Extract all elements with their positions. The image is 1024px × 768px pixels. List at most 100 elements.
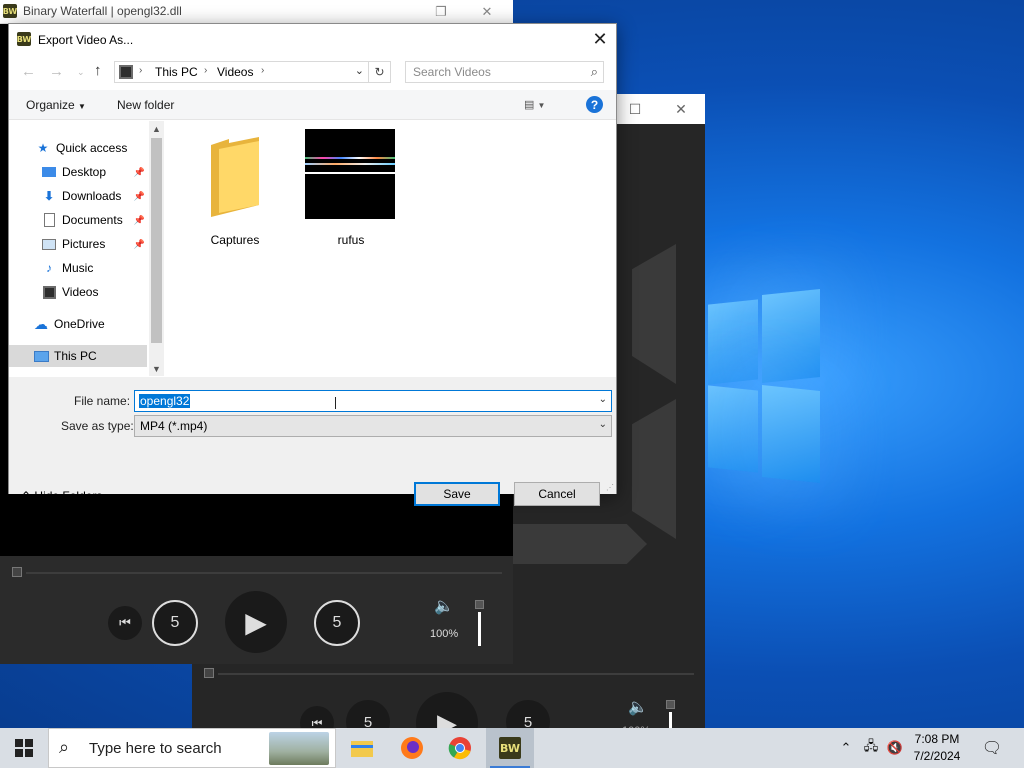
rewind-to-start-icon[interactable]: ⏮: [108, 606, 142, 640]
organize-menu-button[interactable]: Organize ▼: [26, 98, 86, 112]
volume-icon[interactable]: 🔈: [628, 697, 648, 717]
windows-start-icon: [15, 739, 33, 757]
start-button[interactable]: [0, 728, 48, 768]
nav-pane-scrollbar[interactable]: ▲ ▼: [149, 121, 164, 376]
nav-item-videos[interactable]: Videos: [9, 281, 147, 303]
binary-waterfall-app-icon: BW: [3, 4, 17, 18]
volume-slider-knob[interactable]: [666, 700, 675, 709]
file-name-value[interactable]: opengl32: [139, 394, 191, 408]
export-video-dialog[interactable]: BW Export Video As... ✕ ← → ⌄ ↑ › This P…: [8, 23, 617, 506]
save-options-panel: File name: opengl32 ⌄ Save as type: MP4 …: [9, 377, 616, 506]
breadcrumb-videos[interactable]: Videos: [217, 65, 253, 79]
scrollbar-thumb[interactable]: [151, 138, 162, 343]
close-icon[interactable]: ✕: [658, 94, 704, 124]
up-arrow-icon[interactable]: ↑: [94, 62, 102, 79]
nav-item-this-pc[interactable]: This PC: [9, 345, 147, 367]
chevron-down-icon[interactable]: ⌄: [599, 419, 607, 430]
breadcrumb-this-pc[interactable]: This PC: [155, 65, 198, 79]
forward-arrow-icon[interactable]: →: [49, 63, 64, 80]
video-thumbnail: [305, 129, 395, 219]
nav-item-label: Videos: [62, 285, 99, 299]
refresh-icon[interactable]: ↻: [368, 62, 390, 82]
document-icon: [41, 212, 57, 228]
navigation-pane: ★ Quick access Desktop 📌 ⬇ Downloads 📌 D…: [9, 121, 149, 376]
seek-bar[interactable]: [204, 668, 694, 680]
nav-item-desktop[interactable]: Desktop 📌: [9, 161, 147, 183]
maximize-icon[interactable]: ☐: [612, 94, 658, 124]
breadcrumb-separator-icon[interactable]: ›: [139, 65, 142, 76]
forward-5-icon[interactable]: 5: [314, 600, 360, 646]
dialog-toolbar: Organize ▼ New folder ▤ ▼ ?: [9, 90, 616, 120]
close-icon[interactable]: ✕: [584, 24, 616, 54]
change-view-icon[interactable]: ▤ ▼: [524, 98, 545, 111]
replay-5-icon[interactable]: 5: [152, 600, 198, 646]
address-dropdown-chevron-icon[interactable]: ⌄: [355, 64, 364, 77]
nav-item-quick-access[interactable]: ★ Quick access: [9, 137, 147, 159]
nav-item-documents[interactable]: Documents 📌: [9, 209, 147, 231]
pin-icon[interactable]: 📌: [134, 239, 145, 250]
volume-slider[interactable]: [478, 612, 481, 646]
search-highlight-illustration-icon: [269, 732, 329, 765]
volume-icon[interactable]: 🔈: [434, 596, 454, 616]
close-icon[interactable]: ✕: [464, 0, 510, 24]
firefox-icon[interactable]: [388, 728, 436, 768]
back-arrow-icon[interactable]: ←: [21, 63, 36, 80]
nav-item-label: Pictures: [62, 237, 106, 251]
pin-icon[interactable]: 📌: [134, 215, 145, 226]
taskbar-clock[interactable]: 7:08 PM 7/2/2024: [906, 731, 968, 765]
search-icon: ⌕: [59, 737, 70, 757]
volume-muted-icon[interactable]: 🔇: [884, 728, 906, 768]
search-input[interactable]: [406, 62, 581, 82]
nav-item-pictures[interactable]: Pictures 📌: [9, 233, 147, 255]
player-window-title: Binary Waterfall | opengl32.dll: [23, 4, 182, 18]
breadcrumb-separator-icon[interactable]: ›: [261, 65, 264, 76]
save-type-select[interactable]: MP4 (*.mp4) ⌄: [134, 415, 612, 437]
seek-knob[interactable]: [12, 567, 22, 577]
hide-folders-toggle[interactable]: ⌃ Hide Folders: [21, 489, 102, 503]
chrome-icon[interactable]: [436, 728, 484, 768]
taskbar-search-input[interactable]: [89, 729, 289, 767]
replay-5-label: 5: [170, 614, 180, 631]
maximize-icon[interactable]: ❐: [418, 0, 464, 24]
dialog-titlebar[interactable]: BW Export Video As... ✕: [9, 24, 616, 54]
volume-percent: 100%: [430, 628, 459, 640]
save-button[interactable]: Save: [414, 482, 500, 506]
search-box[interactable]: ⌕: [405, 61, 604, 83]
binary-waterfall-app-icon: BW: [17, 32, 31, 46]
nav-item-downloads[interactable]: ⬇ Downloads 📌: [9, 185, 147, 207]
address-bar[interactable]: › This PC › Videos › ⌄ ↻: [114, 61, 391, 83]
play-icon[interactable]: ▶: [225, 591, 287, 653]
organize-label: Organize: [26, 98, 75, 112]
resize-grip-icon[interactable]: ⋰: [606, 483, 614, 492]
binary-waterfall-icon[interactable]: BW: [486, 728, 534, 768]
volume-slider-knob[interactable]: [475, 600, 484, 609]
new-folder-button[interactable]: New folder: [117, 98, 174, 112]
search-icon[interactable]: ⌕: [591, 64, 598, 80]
pin-icon[interactable]: 📌: [134, 191, 145, 202]
player-controls: ⏮ 5 ▶ 5 🔈 100%: [0, 556, 513, 664]
file-name-input[interactable]: opengl32 ⌄: [134, 390, 612, 412]
taskbar-search-box[interactable]: ⌕: [48, 728, 336, 768]
nav-item-label: Quick access: [56, 141, 128, 155]
scroll-down-icon[interactable]: ▼: [149, 361, 164, 376]
file-explorer-icon[interactable]: [338, 728, 386, 768]
help-icon[interactable]: ?: [586, 96, 603, 113]
scroll-up-icon[interactable]: ▲: [149, 121, 164, 136]
clock-time: 7:08 PM: [914, 732, 960, 746]
videos-folder-icon: [119, 65, 133, 79]
seek-track[interactable]: [26, 572, 502, 574]
cancel-button[interactable]: Cancel: [514, 482, 600, 506]
player-titlebar[interactable]: BW Binary Waterfall | opengl32.dll ❐ ✕: [0, 0, 513, 24]
nav-item-music[interactable]: ♪ Music: [9, 257, 147, 279]
breadcrumb-separator-icon[interactable]: ›: [204, 65, 207, 76]
file-item-label: rufus: [337, 233, 365, 247]
pin-icon[interactable]: 📌: [134, 167, 145, 178]
network-icon[interactable]: 🖧: [858, 728, 884, 768]
show-hidden-icons-chevron-icon[interactable]: ⌃: [836, 728, 856, 768]
nav-item-onedrive[interactable]: ☁ OneDrive: [9, 313, 147, 335]
notifications-icon[interactable]: 🗨: [976, 728, 1008, 768]
recent-locations-chevron-icon[interactable]: ⌄: [77, 67, 85, 78]
seek-bar[interactable]: [12, 567, 502, 579]
chevron-down-icon[interactable]: ⌄: [599, 394, 607, 405]
nav-item-label: Music: [62, 261, 94, 275]
